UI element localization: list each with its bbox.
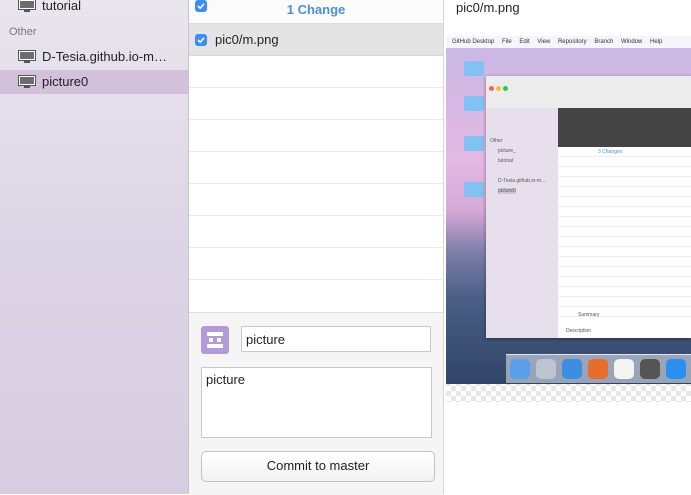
safari-icon bbox=[562, 359, 582, 379]
changes-panel: 1 Change pic0/m.png picture Commit to ma… bbox=[189, 0, 444, 495]
sidebar-item-d-tesia[interactable]: D-Tesia.github.io-m… bbox=[0, 45, 188, 69]
preview-panel: pic0/m.png GitHub Desktop File Edit View… bbox=[444, 0, 691, 494]
finder-icon bbox=[510, 359, 530, 379]
screenshot-menubar: GitHub Desktop File Edit View Repository… bbox=[446, 36, 691, 48]
monitor-icon bbox=[18, 50, 36, 63]
menu-text: Help bbox=[650, 39, 663, 45]
commit-summary-input[interactable] bbox=[241, 326, 431, 352]
sidebar-item-tutorial[interactable]: tutorial bbox=[0, 0, 188, 18]
screenshot-text: picture_ bbox=[498, 148, 516, 154]
list-item bbox=[189, 152, 443, 184]
screenshot-dark-header bbox=[558, 108, 691, 147]
commit-area: picture Commit to master bbox=[189, 312, 443, 495]
screenshot-text: picture0 bbox=[498, 188, 516, 194]
menu-text: Window bbox=[621, 39, 643, 45]
menu-text: Branch bbox=[594, 39, 614, 45]
screenshot-text: tutorial bbox=[498, 158, 514, 164]
list-item bbox=[189, 184, 443, 216]
changed-file-row[interactable]: pic0/m.png bbox=[189, 24, 443, 56]
menu-text: File bbox=[502, 39, 512, 45]
app-store-icon bbox=[666, 359, 686, 379]
sidebar-item-label: picture0 bbox=[42, 74, 89, 89]
sidebar-item-picture0[interactable]: picture0 bbox=[0, 70, 188, 94]
menu-text: Repository bbox=[557, 39, 587, 45]
screenshot-window: Other picture_ tutorial D-Tesia.github.i… bbox=[486, 76, 691, 338]
changes-count: 1 Change bbox=[286, 2, 346, 17]
monitor-icon bbox=[18, 75, 36, 88]
menu-text: View bbox=[537, 39, 551, 45]
preview-title: pic0/m.png bbox=[456, 0, 520, 15]
folder-icon bbox=[464, 182, 484, 197]
list-item bbox=[189, 248, 443, 280]
image-preview: GitHub Desktop File Edit View Repository… bbox=[446, 36, 691, 402]
calendar-icon bbox=[614, 359, 634, 379]
sidebar: tutorial Other D-Tesia.github.io-m… pict… bbox=[0, 0, 189, 494]
folder-icon bbox=[464, 61, 484, 76]
screenshot-text: Description bbox=[566, 328, 592, 334]
screenshot-text: 3 Changes bbox=[598, 149, 623, 155]
menu-text: Edit bbox=[519, 39, 530, 45]
file-checkbox[interactable] bbox=[195, 34, 207, 46]
monitor-icon bbox=[18, 0, 36, 12]
list-item bbox=[189, 56, 443, 88]
screenshot-toolbar bbox=[486, 76, 691, 109]
folder-icon bbox=[464, 96, 484, 111]
sidebar-item-label: tutorial bbox=[42, 0, 82, 13]
screenshot-text: Summary bbox=[578, 312, 600, 318]
window-controls-icon bbox=[489, 79, 510, 94]
settings-icon bbox=[640, 359, 660, 379]
screenshot-list: 3 Changes bbox=[558, 147, 691, 322]
list-item bbox=[189, 216, 443, 248]
firefox-icon bbox=[588, 359, 608, 379]
folder-icon bbox=[464, 136, 484, 151]
commit-button[interactable]: Commit to master bbox=[201, 451, 435, 482]
identicon-icon bbox=[207, 332, 223, 348]
screenshot-dock bbox=[506, 354, 691, 383]
desktop-screenshot: GitHub Desktop File Edit View Repository… bbox=[446, 36, 691, 384]
commit-description-input[interactable]: picture bbox=[201, 367, 432, 438]
screenshot-sidebar: Other picture_ tutorial D-Tesia.github.i… bbox=[486, 108, 558, 338]
list-item bbox=[189, 120, 443, 152]
sidebar-item-label: D-Tesia.github.io-m… bbox=[42, 49, 167, 64]
changes-header: 1 Change bbox=[189, 0, 443, 24]
menu-text: GitHub Desktop bbox=[452, 39, 495, 45]
avatar bbox=[201, 326, 229, 354]
file-name: pic0/m.png bbox=[215, 32, 279, 47]
screenshot-text: Other bbox=[490, 138, 503, 144]
screenshot-text: D-Tesia.github.io-m... bbox=[498, 178, 546, 184]
list-item bbox=[189, 88, 443, 120]
sidebar-group-label: Other bbox=[9, 26, 37, 38]
launchpad-icon bbox=[536, 359, 556, 379]
checkmark-icon bbox=[197, 37, 205, 44]
